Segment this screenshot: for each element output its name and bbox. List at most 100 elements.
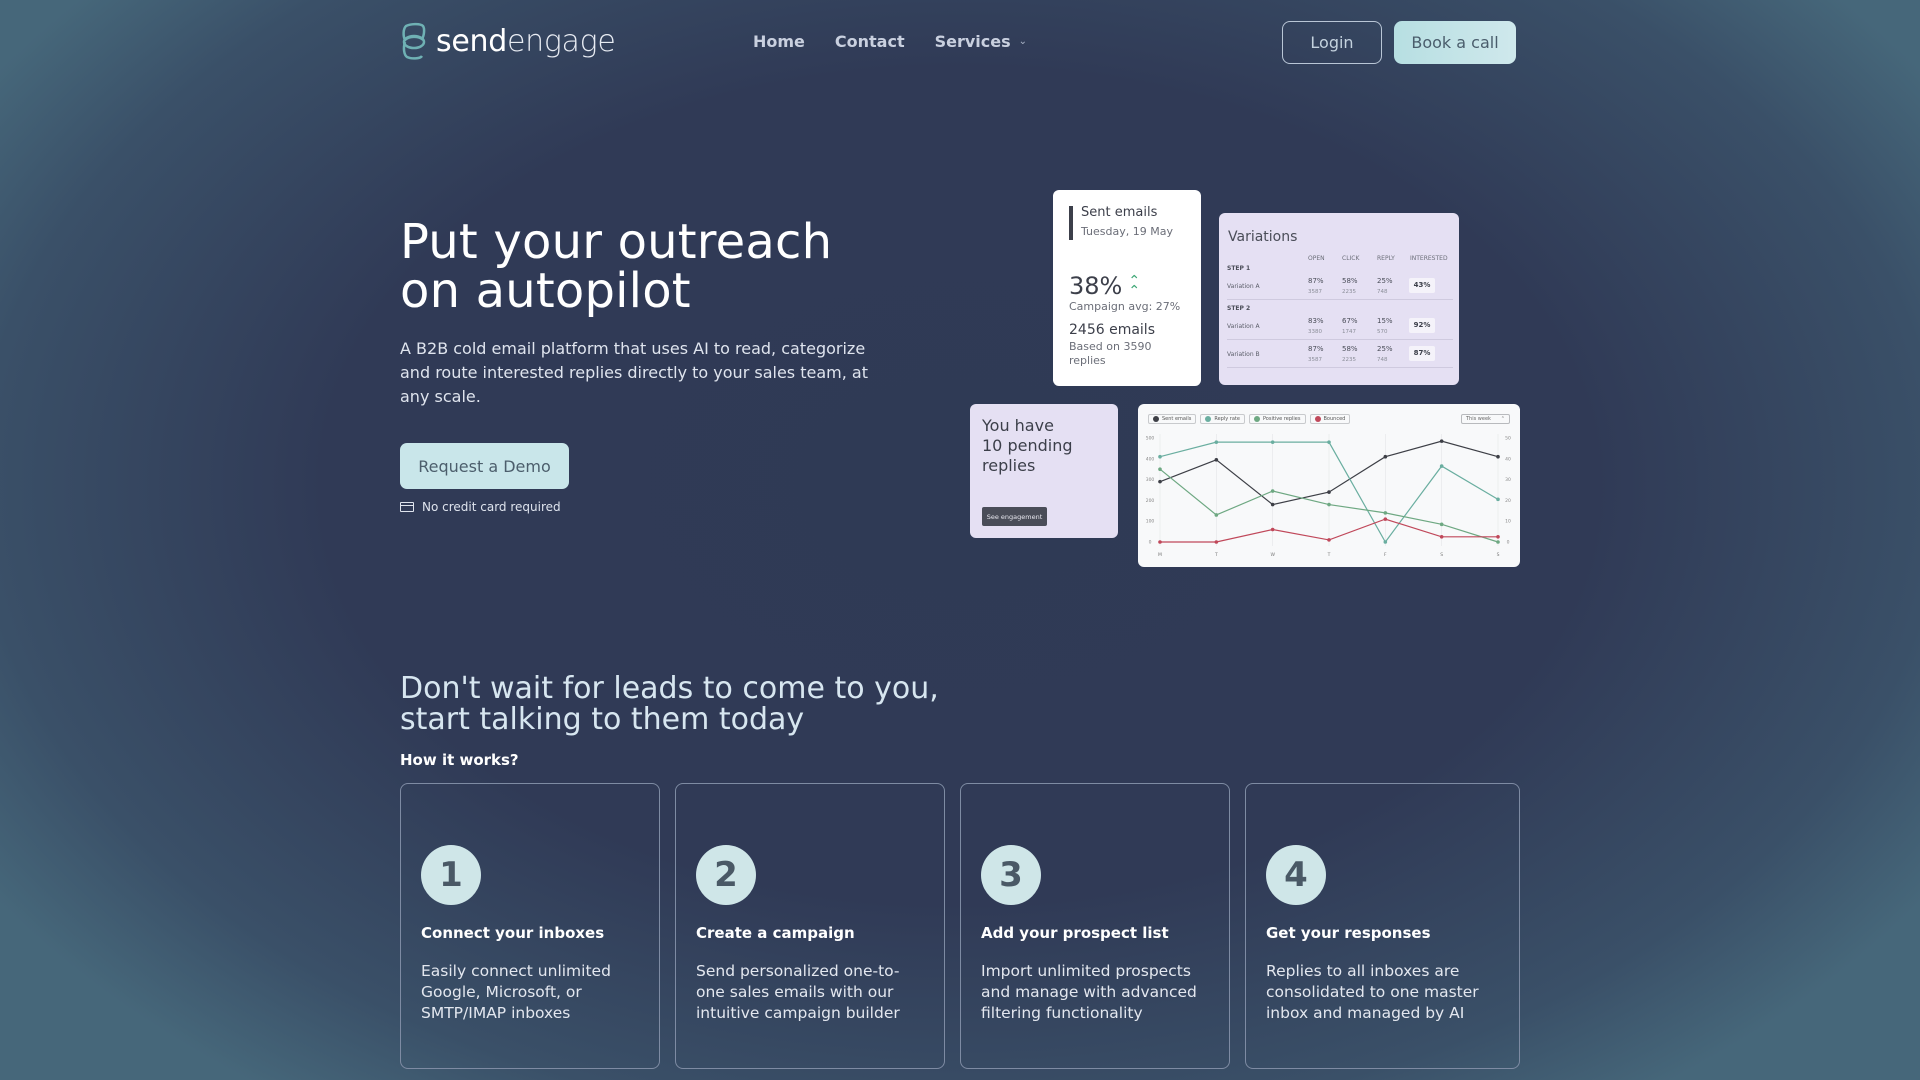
hero-title-line1: Put your outreach bbox=[400, 214, 833, 270]
y-right-tick-label: 0 bbox=[1507, 540, 1510, 546]
sent-percent-value: 38% bbox=[1069, 272, 1123, 300]
data-point bbox=[1439, 464, 1444, 468]
sent-emails-title: Sent emails bbox=[1081, 205, 1158, 220]
y-right-tick-label: 10 bbox=[1505, 519, 1511, 525]
step-card-1: 1 Connect your inboxes Easily connect un… bbox=[400, 783, 660, 1069]
weekly-chart-card: Sent emails Reply rate Positive replies Bou… bbox=[1138, 404, 1520, 567]
data-point bbox=[1158, 454, 1162, 459]
y-left-tick-label: 400 bbox=[1146, 456, 1155, 462]
step-description: Easily connect unlimited Google, Microso… bbox=[421, 962, 611, 1022]
variations-title: Variations bbox=[1228, 229, 1298, 245]
data-point bbox=[1496, 454, 1500, 459]
step-title: Connect your inboxes bbox=[421, 924, 605, 942]
pending-replies-card: You have 10 pending replies See engageme… bbox=[970, 404, 1118, 538]
nav-home-label: Home bbox=[753, 32, 805, 51]
reply-cell: 25% 748 bbox=[1377, 277, 1393, 295]
data-point bbox=[1383, 511, 1388, 515]
data-point bbox=[1214, 458, 1219, 462]
step-card-2: 2 Create a campaign Send personalized on… bbox=[675, 783, 945, 1069]
logo-icon bbox=[402, 22, 426, 60]
data-point bbox=[1439, 439, 1444, 443]
variation-name: Variation A bbox=[1227, 323, 1260, 330]
data-point bbox=[1270, 489, 1275, 493]
variation-name: Variation B bbox=[1227, 351, 1260, 358]
emails-count: 2456 emails bbox=[1069, 322, 1155, 338]
col-interested: INTERESTED bbox=[1410, 255, 1448, 262]
sent-emails-date: Tuesday, 19 May bbox=[1081, 225, 1173, 238]
hero-subtitle: A B2B cold email platform that uses AI t… bbox=[400, 339, 868, 406]
step-description: Replies to all inboxes are consolidated … bbox=[1266, 962, 1479, 1022]
x-tick-label: S bbox=[1497, 552, 1500, 558]
data-point bbox=[1383, 454, 1388, 459]
interested-badge: 87% bbox=[1409, 346, 1435, 361]
chevron-down-icon: ⌄ bbox=[1018, 36, 1028, 47]
line-chart: M T W T F S S 0 100 200 300 400 500 0 10 20 30 40 50 bbox=[1146, 434, 1511, 558]
sent-percent: 38% ⌃ ⌃ bbox=[1069, 272, 1140, 300]
step-description: Send personalized one-to-one sales email… bbox=[696, 962, 900, 1022]
no-credit-card-text: No credit card required bbox=[422, 500, 561, 514]
accent-bar bbox=[1069, 206, 1073, 240]
data-point bbox=[1496, 497, 1500, 502]
step-label: STEP 2 bbox=[1227, 305, 1251, 312]
logo[interactable]: sendengage bbox=[400, 22, 616, 60]
y-left-tick-label: 0 bbox=[1149, 540, 1152, 546]
nav-services[interactable]: Services ⌄ bbox=[935, 32, 1027, 51]
see-engagement-button[interactable]: See engagement bbox=[982, 507, 1047, 526]
x-tick-label: T bbox=[1327, 552, 1331, 558]
step-description: Import unlimited prospects and manage wi… bbox=[981, 962, 1197, 1022]
y-left-tick-label: 300 bbox=[1146, 477, 1155, 483]
data-point bbox=[1496, 540, 1500, 544]
campaign-average: Campaign avg: 27% bbox=[1069, 300, 1181, 313]
data-point bbox=[1270, 440, 1275, 444]
step-number-badge: 2 bbox=[696, 845, 756, 905]
x-tick-label: S bbox=[1440, 552, 1443, 558]
y-right-tick-label: 50 bbox=[1505, 436, 1511, 442]
book-a-call-button[interactable]: Book a call bbox=[1394, 21, 1516, 64]
variation-name: Variation A bbox=[1227, 283, 1260, 290]
main-nav: Home Contact Services ⌄ bbox=[753, 32, 1027, 51]
y-left-tick-label: 500 bbox=[1146, 436, 1155, 442]
logo-text: sendengage bbox=[436, 23, 616, 59]
open-cell: 83% 3380 bbox=[1308, 317, 1324, 335]
data-point bbox=[1327, 538, 1331, 542]
interested-badge: 92% bbox=[1409, 318, 1435, 333]
table-row[interactable]: Variation A 83% 3380 67% 1747 15% 570 92% bbox=[1227, 312, 1453, 340]
data-point bbox=[1158, 479, 1162, 484]
nav-home[interactable]: Home bbox=[753, 32, 805, 51]
hero-title: Put your outreach on autopilot bbox=[400, 218, 832, 316]
x-tick-label: W bbox=[1270, 552, 1275, 558]
click-cell: 67% 1747 bbox=[1342, 317, 1358, 335]
nav-services-label: Services bbox=[934, 32, 1011, 51]
site-header: sendengage Home Contact Services ⌄ Login … bbox=[0, 0, 1920, 86]
double-chevron-up-icon: ⌃ ⌃ bbox=[1128, 273, 1141, 299]
data-point bbox=[1327, 490, 1331, 494]
col-reply: REPLY bbox=[1377, 255, 1395, 262]
request-demo-button[interactable]: Request a Demo bbox=[400, 443, 569, 489]
section-title: Don't wait for leads to come to you, sta… bbox=[400, 671, 939, 737]
data-point bbox=[1383, 540, 1388, 544]
login-button[interactable]: Login bbox=[1282, 21, 1382, 64]
data-point bbox=[1270, 502, 1275, 507]
data-point bbox=[1214, 440, 1219, 444]
no-credit-card-note: No credit card required bbox=[400, 500, 561, 514]
data-point bbox=[1270, 527, 1275, 532]
hero-title-line2: on autopilot bbox=[400, 263, 691, 319]
credit-card-icon bbox=[400, 502, 414, 512]
step-label: STEP 1 bbox=[1227, 265, 1251, 272]
y-right-tick-label: 20 bbox=[1505, 498, 1511, 504]
step-number-badge: 1 bbox=[421, 845, 481, 905]
y-left-tick-label: 200 bbox=[1146, 498, 1155, 504]
table-row[interactable]: Variation B 87% 3587 58% 2235 25% 748 87% bbox=[1227, 340, 1453, 368]
nav-contact-label: Contact bbox=[834, 32, 905, 51]
step-card-4: 4 Get your responses Replies to all inbo… bbox=[1245, 783, 1520, 1069]
step-number-badge: 4 bbox=[1266, 845, 1326, 905]
pending-replies-text: You have 10 pending replies bbox=[982, 416, 1073, 475]
data-point bbox=[1158, 540, 1162, 544]
step-number-badge: 3 bbox=[981, 845, 1041, 905]
open-cell: 87% 3587 bbox=[1308, 277, 1324, 295]
data-point bbox=[1439, 522, 1444, 527]
y-right-tick-label: 30 bbox=[1505, 477, 1511, 483]
nav-contact[interactable]: Contact bbox=[835, 32, 905, 51]
table-row[interactable]: Variation A 87% 3587 58% 2235 25% 748 43% bbox=[1227, 272, 1453, 300]
reply-cell: 25% 748 bbox=[1377, 345, 1393, 363]
